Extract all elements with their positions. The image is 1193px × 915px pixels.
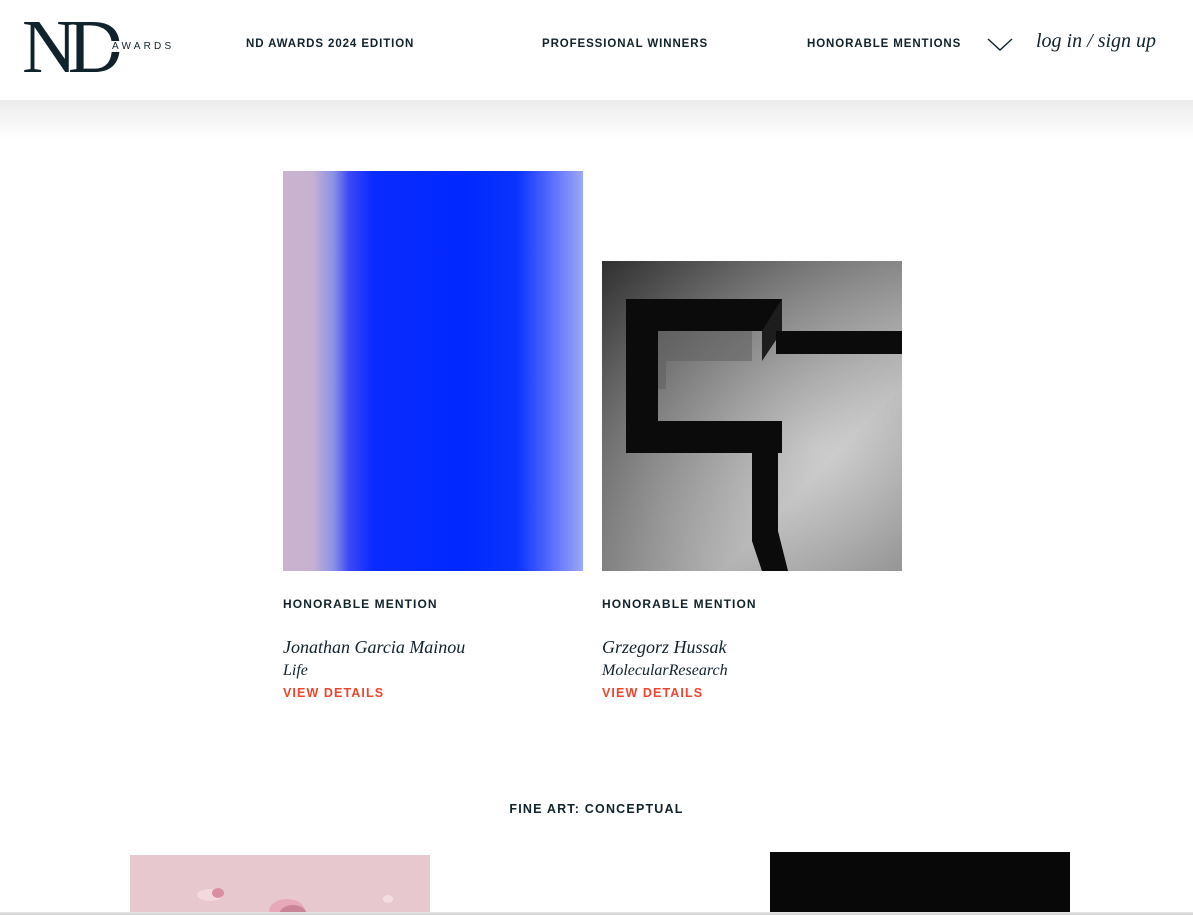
chevron-down-icon[interactable] — [986, 36, 1014, 52]
entry-badge: HONORABLE MENTION — [602, 597, 757, 611]
entry-author: Jonathan Garcia Mainou — [283, 637, 466, 657]
entry-image[interactable] — [130, 855, 430, 915]
site-header: ND AWARDS ND AWARDS 2024 EDITION PROFESS… — [0, 0, 1193, 100]
site-logo[interactable]: ND AWARDS — [22, 5, 182, 89]
header-shadow — [0, 100, 1193, 140]
entry-image[interactable] — [770, 852, 1070, 915]
nav-link-2024-edition[interactable]: ND AWARDS 2024 EDITION — [246, 38, 414, 50]
section-title: FINE ART: CONCEPTUAL — [509, 802, 684, 816]
login-link[interactable]: log in — [1036, 30, 1082, 52]
auth-separator: / — [1082, 30, 1098, 52]
entry-card: HONORABLE MENTION Jonathan Garcia Mainou… — [283, 171, 583, 700]
entry-meta: HONORABLE MENTION Grzegorz Hussak Molecu… — [602, 597, 902, 702]
logo-word: AWARDS — [110, 41, 175, 52]
entry-author: Grzegorz Hussak — [602, 637, 727, 657]
entry-image[interactable] — [283, 171, 583, 571]
view-details-link[interactable]: VIEW DETAILS — [602, 686, 703, 700]
entry-title: MolecularResearch — [602, 662, 728, 679]
flower-photo — [197, 888, 393, 915]
auth-links: log in / sign up — [1036, 30, 1156, 53]
entry-card: HONORABLE MENTION Grzegorz Hussak Molecu… — [602, 261, 902, 700]
nav-link-honorable-mentions[interactable]: HONORABLE MENTIONS — [807, 38, 961, 50]
nav-link-professional-winners[interactable]: PROFESSIONAL WINNERS — [542, 38, 708, 50]
signup-link[interactable]: sign up — [1098, 30, 1156, 52]
architecture-photo — [602, 261, 902, 571]
logo-letters: ND — [22, 5, 123, 89]
entry-meta: HONORABLE MENTION Jonathan Garcia Mainou… — [283, 597, 583, 702]
view-details-link[interactable]: VIEW DETAILS — [283, 686, 384, 700]
entry-badge: HONORABLE MENTION — [283, 597, 438, 611]
entry-image[interactable] — [602, 261, 902, 571]
entry-title: Life — [283, 662, 308, 679]
